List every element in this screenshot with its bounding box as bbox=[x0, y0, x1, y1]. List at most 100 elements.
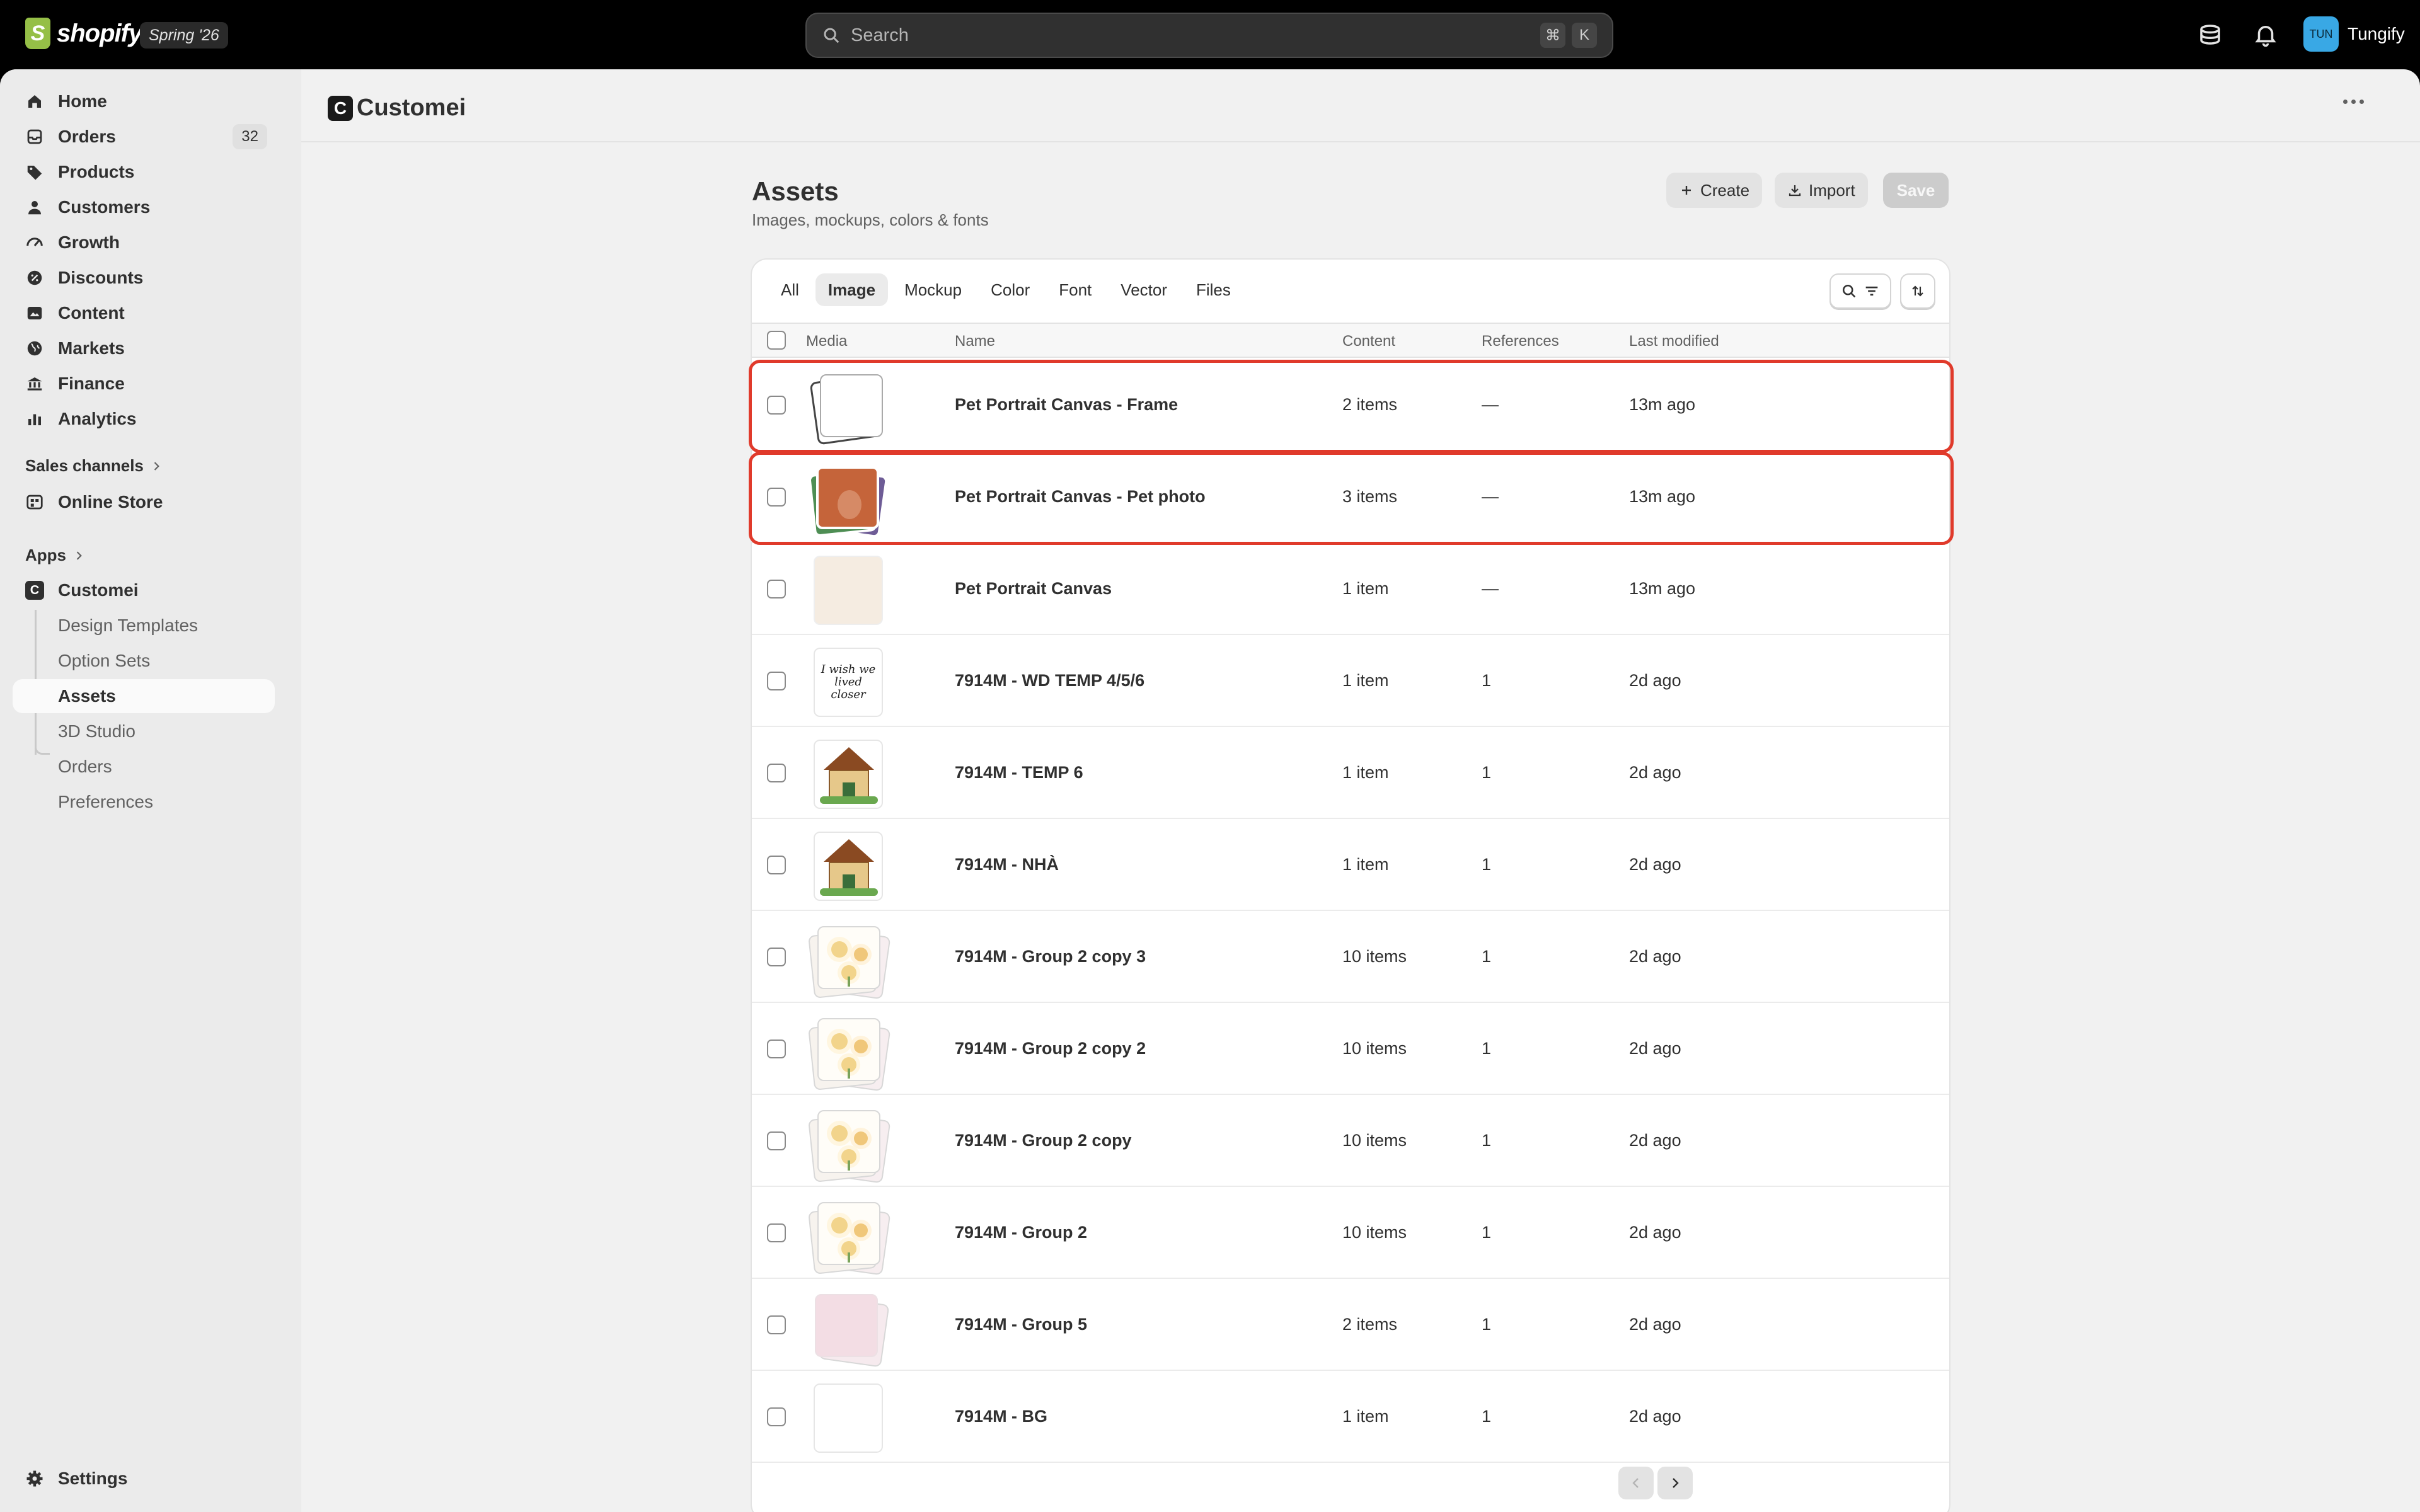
sidebar-item-growth[interactable]: Growth bbox=[13, 226, 275, 260]
table-row[interactable]: 7914M - Group 2 10 items 1 2d ago bbox=[752, 1187, 1949, 1279]
asset-name[interactable]: Pet Portrait Canvas - Frame bbox=[955, 395, 1178, 415]
asset-references: 1 bbox=[1482, 855, 1492, 874]
table-row[interactable]: 7914M - TEMP 6 1 item 1 2d ago bbox=[752, 727, 1949, 819]
sales-channels-label: Sales channels bbox=[25, 456, 144, 475]
sidebar-item-products[interactable]: Products bbox=[13, 155, 275, 189]
previous-page-button[interactable] bbox=[1618, 1467, 1654, 1499]
tab-color[interactable]: Color bbox=[978, 273, 1042, 306]
table-row[interactable]: I wish we lived closer 7914M - WD TEMP 4/5… bbox=[752, 635, 1949, 727]
row-checkbox[interactable] bbox=[767, 1223, 786, 1242]
row-checkbox[interactable] bbox=[767, 1407, 786, 1426]
import-button[interactable]: Import bbox=[1775, 173, 1868, 208]
save-button[interactable]: Save bbox=[1883, 173, 1949, 208]
row-checkbox[interactable] bbox=[767, 948, 786, 966]
sidebar-item-label: Home bbox=[58, 91, 107, 111]
sidebar-item-settings[interactable]: Settings bbox=[13, 1462, 275, 1496]
bell-icon[interactable] bbox=[2252, 21, 2279, 48]
tab-image[interactable]: Image bbox=[815, 273, 889, 306]
sidebar-item-markets[interactable]: Markets bbox=[13, 331, 275, 365]
online-store-label: Online Store bbox=[58, 492, 163, 512]
filter-icon bbox=[1865, 286, 1878, 296]
asset-last-modified: 2d ago bbox=[1629, 1131, 1681, 1150]
table-row[interactable]: 7914M - Group 5 2 items 1 2d ago bbox=[752, 1279, 1949, 1371]
sidebar-item-customers[interactable]: Customers bbox=[13, 190, 275, 224]
asset-name[interactable]: Pet Portrait Canvas - Pet photo bbox=[955, 487, 1206, 507]
tab-mockup[interactable]: Mockup bbox=[892, 273, 974, 306]
asset-name[interactable]: 7914M - Group 5 bbox=[955, 1315, 1087, 1334]
table-row[interactable]: 7914M - BG 1 item 1 2d ago bbox=[752, 1371, 1949, 1463]
asset-name[interactable]: 7914M - Group 2 copy 2 bbox=[955, 1039, 1146, 1058]
sidebar-item-analytics[interactable]: Analytics bbox=[13, 402, 275, 436]
sidebar-subitem-option-sets[interactable]: Option Sets bbox=[13, 644, 275, 678]
sidebar-subitem-assets[interactable]: Assets bbox=[13, 679, 275, 713]
table-row[interactable]: 7914M - Group 2 copy 3 10 items 1 2d ago bbox=[752, 911, 1949, 1003]
sort-button[interactable] bbox=[1900, 273, 1935, 309]
sidebar-item-customei[interactable]: C Customei bbox=[13, 573, 275, 607]
row-checkbox[interactable] bbox=[767, 672, 786, 690]
row-checkbox[interactable] bbox=[767, 1131, 786, 1150]
sidebar-item-orders[interactable]: Orders 32 bbox=[13, 120, 275, 154]
tab-vector[interactable]: Vector bbox=[1108, 273, 1180, 306]
asset-name[interactable]: 7914M - Group 2 copy bbox=[955, 1131, 1132, 1150]
table-row[interactable]: Pet Portrait Canvas - Frame 2 items — 13m a… bbox=[752, 359, 1949, 451]
tab-files[interactable]: Files bbox=[1184, 273, 1243, 306]
asset-name[interactable]: 7914M - Group 2 copy 3 bbox=[955, 947, 1146, 966]
sales-channels-heading[interactable]: Sales channels bbox=[25, 456, 163, 476]
sidebar-subitem-design-templates[interactable]: Design Templates bbox=[13, 609, 275, 643]
table-row[interactable]: 7914M - Group 2 copy 2 10 items 1 2d ago bbox=[752, 1003, 1949, 1095]
asset-name[interactable]: 7914M - Group 2 bbox=[955, 1223, 1087, 1242]
row-checkbox[interactable] bbox=[767, 1040, 786, 1058]
asset-name[interactable]: 7914M - BG bbox=[955, 1407, 1047, 1426]
asset-last-modified: 2d ago bbox=[1629, 763, 1681, 782]
asset-references: 1 bbox=[1482, 947, 1492, 966]
asset-thumbnail bbox=[806, 832, 888, 901]
create-button[interactable]: Create bbox=[1666, 173, 1763, 208]
sidebar-subitem-label: Assets bbox=[58, 686, 116, 706]
asset-content-count: 3 items bbox=[1342, 487, 1398, 506]
asset-thumbnail bbox=[806, 1292, 890, 1368]
sidebar-subitem-orders[interactable]: Orders bbox=[13, 750, 275, 784]
search-filter-button[interactable] bbox=[1829, 273, 1891, 309]
asset-name[interactable]: 7914M - NHÀ bbox=[955, 855, 1059, 874]
save-label: Save bbox=[1896, 180, 1935, 200]
tab-font[interactable]: Font bbox=[1046, 273, 1104, 306]
next-page-button[interactable] bbox=[1657, 1467, 1693, 1499]
sidebar-subitem-preferences[interactable]: Preferences bbox=[13, 785, 275, 819]
sidebar-item-label: Customers bbox=[58, 197, 151, 217]
search-bar[interactable]: Search ⌘ K bbox=[805, 13, 1613, 58]
settings-label: Settings bbox=[58, 1469, 128, 1488]
sidebar-item-finance[interactable]: Finance bbox=[13, 367, 275, 401]
more-actions-icon[interactable] bbox=[2343, 100, 2364, 104]
table-row[interactable]: Pet Portrait Canvas 1 item — 13m ago bbox=[752, 543, 1949, 635]
store-icon[interactable] bbox=[2197, 21, 2223, 48]
row-checkbox[interactable] bbox=[767, 764, 786, 782]
brand-name: shopify bbox=[57, 19, 142, 47]
row-checkbox[interactable] bbox=[767, 856, 786, 874]
table-row[interactable]: Pet Portrait Canvas - Pet photo 3 items — 1… bbox=[752, 451, 1949, 543]
sidebar-item-home[interactable]: Home bbox=[13, 84, 275, 118]
shortcut-key-cmd: ⌘ bbox=[1540, 23, 1565, 48]
user-menu[interactable]: TUN Tungify bbox=[2303, 16, 2405, 52]
chevron-left-icon bbox=[1632, 1478, 1639, 1488]
select-all-checkbox[interactable] bbox=[767, 331, 786, 350]
plus-icon bbox=[1682, 186, 1691, 195]
main-content: C Customei Assets Images, mockups, color… bbox=[301, 69, 2420, 1512]
row-checkbox[interactable] bbox=[767, 1315, 786, 1334]
sidebar-item-content[interactable]: Content bbox=[13, 296, 275, 330]
tab-all[interactable]: All bbox=[768, 273, 812, 306]
row-checkbox[interactable] bbox=[767, 396, 786, 415]
sidebar-item-discounts[interactable]: Discounts bbox=[13, 261, 275, 295]
table-row[interactable]: 7914M - NHÀ 1 item 1 2d ago bbox=[752, 819, 1949, 911]
asset-type-tabs: All Image Mockup Color Font Vector Files bbox=[768, 273, 1243, 306]
asset-name[interactable]: Pet Portrait Canvas bbox=[955, 579, 1112, 598]
asset-name[interactable]: 7914M - TEMP 6 bbox=[955, 763, 1083, 782]
sidebar-subitem-3d-studio[interactable]: 3D Studio bbox=[13, 714, 275, 748]
row-checkbox[interactable] bbox=[767, 580, 786, 598]
sidebar-item-online-store[interactable]: Online Store bbox=[13, 485, 275, 519]
shopify-logo[interactable]: S shopify bbox=[25, 18, 142, 49]
row-checkbox[interactable] bbox=[767, 488, 786, 507]
apps-heading[interactable]: Apps bbox=[25, 546, 85, 565]
asset-name[interactable]: 7914M - WD TEMP 4/5/6 bbox=[955, 671, 1144, 690]
asset-last-modified: 2d ago bbox=[1629, 855, 1681, 874]
table-row[interactable]: 7914M - Group 2 copy 10 items 1 2d ago bbox=[752, 1095, 1949, 1187]
